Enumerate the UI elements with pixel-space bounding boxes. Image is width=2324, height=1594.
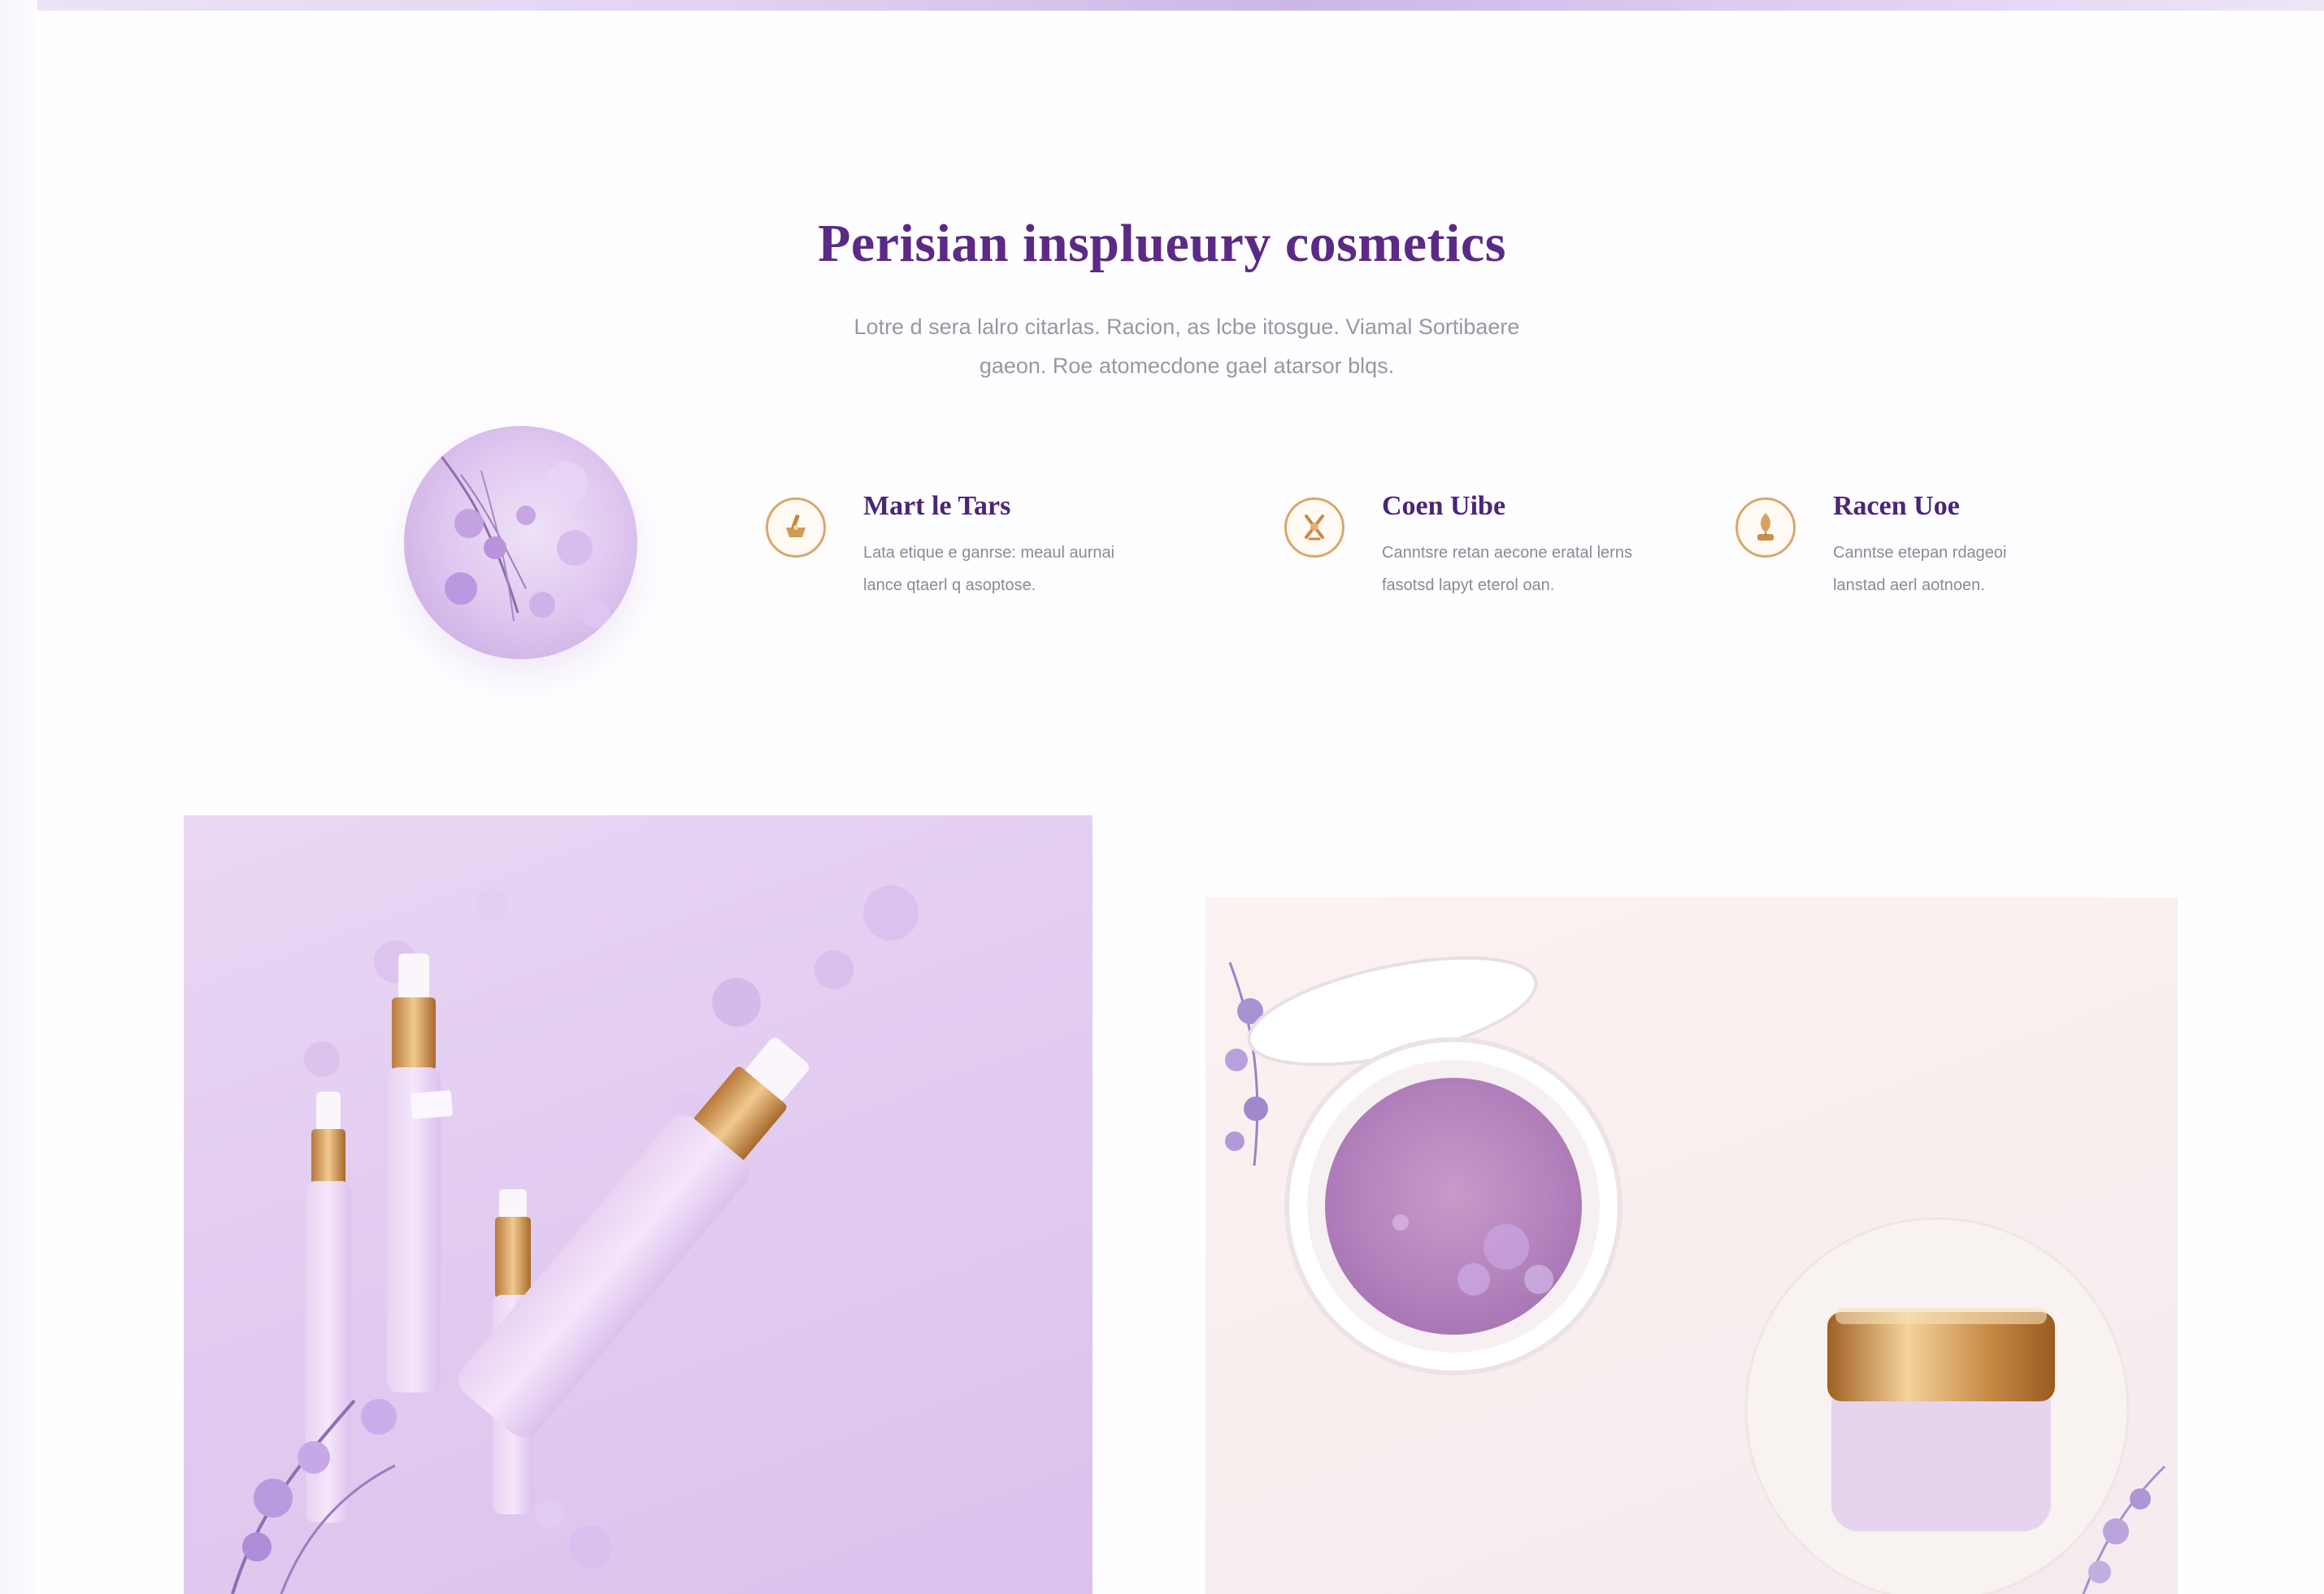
mortar-icon — [766, 497, 826, 558]
feature-2-title: Coen Uibe — [1382, 491, 1506, 521]
feature-3-text: Canntse etepan rdageoi lanstad aerl aotn… — [1833, 536, 2109, 602]
feature-1-text-line-2: lance qtaerl q asoptose. — [863, 576, 1036, 594]
orb-floral-art — [435, 450, 610, 628]
feature-2-text: Canntsre retan aecone eratal lerns fasot… — [1382, 536, 1658, 602]
subtitle-line-2: gaeon. Roe atomecdone gael atarsor blqs. — [979, 354, 1395, 378]
decorative-floral-orb — [404, 426, 637, 659]
leaf-icon — [1735, 497, 1796, 558]
feature-2-text-line-1: Canntsre retan aecone eratal lerns — [1382, 544, 1632, 562]
powder-compact-photo — [1205, 897, 2178, 1594]
flower-icon — [1284, 497, 1344, 558]
page: Perisian insplueury cosmetics Lotre d se… — [0, 0, 2324, 1594]
page-subtitle: Lotre d sera lalro citarlas. Racion, as … — [845, 307, 1528, 385]
serum-bottles-illustration — [231, 885, 919, 1594]
feature-3-text-line-2: lanstad aerl aotnoen. — [1833, 576, 1985, 594]
feature-1: Mart le Tars Lata etique e ganrse: meaul… — [766, 491, 1123, 611]
feature-2: Coen Uibe Canntsre retan aecone eratal l… — [1284, 491, 1658, 611]
feature-3-title: Racen Uoe — [1833, 491, 1960, 521]
feature-2-text-line-2: fasotsd lapyt eterol oan. — [1382, 576, 1555, 594]
serum-bottles-photo — [184, 815, 1092, 1594]
feature-1-title: Mart le Tars — [863, 491, 1011, 521]
powder-compact-illustration — [1225, 956, 2166, 1594]
hero-banner-strip — [37, 0, 2324, 11]
feature-3-text-line-1: Canntse etepan rdageoi — [1833, 544, 2007, 562]
feature-1-text: Lata etique e ganrse: meaul aurnai lance… — [863, 536, 1140, 602]
page-title: Perisian insplueury cosmetics — [818, 214, 1506, 273]
feature-1-text-line-1: Lata etique e ganrse: meaul aurnai — [863, 544, 1115, 562]
subtitle-line-1: Lotre d sera lalro citarlas. Racion, as … — [854, 315, 1520, 339]
feature-3: Racen Uoe Canntse etepan rdageoi lanstad… — [1735, 491, 2077, 611]
